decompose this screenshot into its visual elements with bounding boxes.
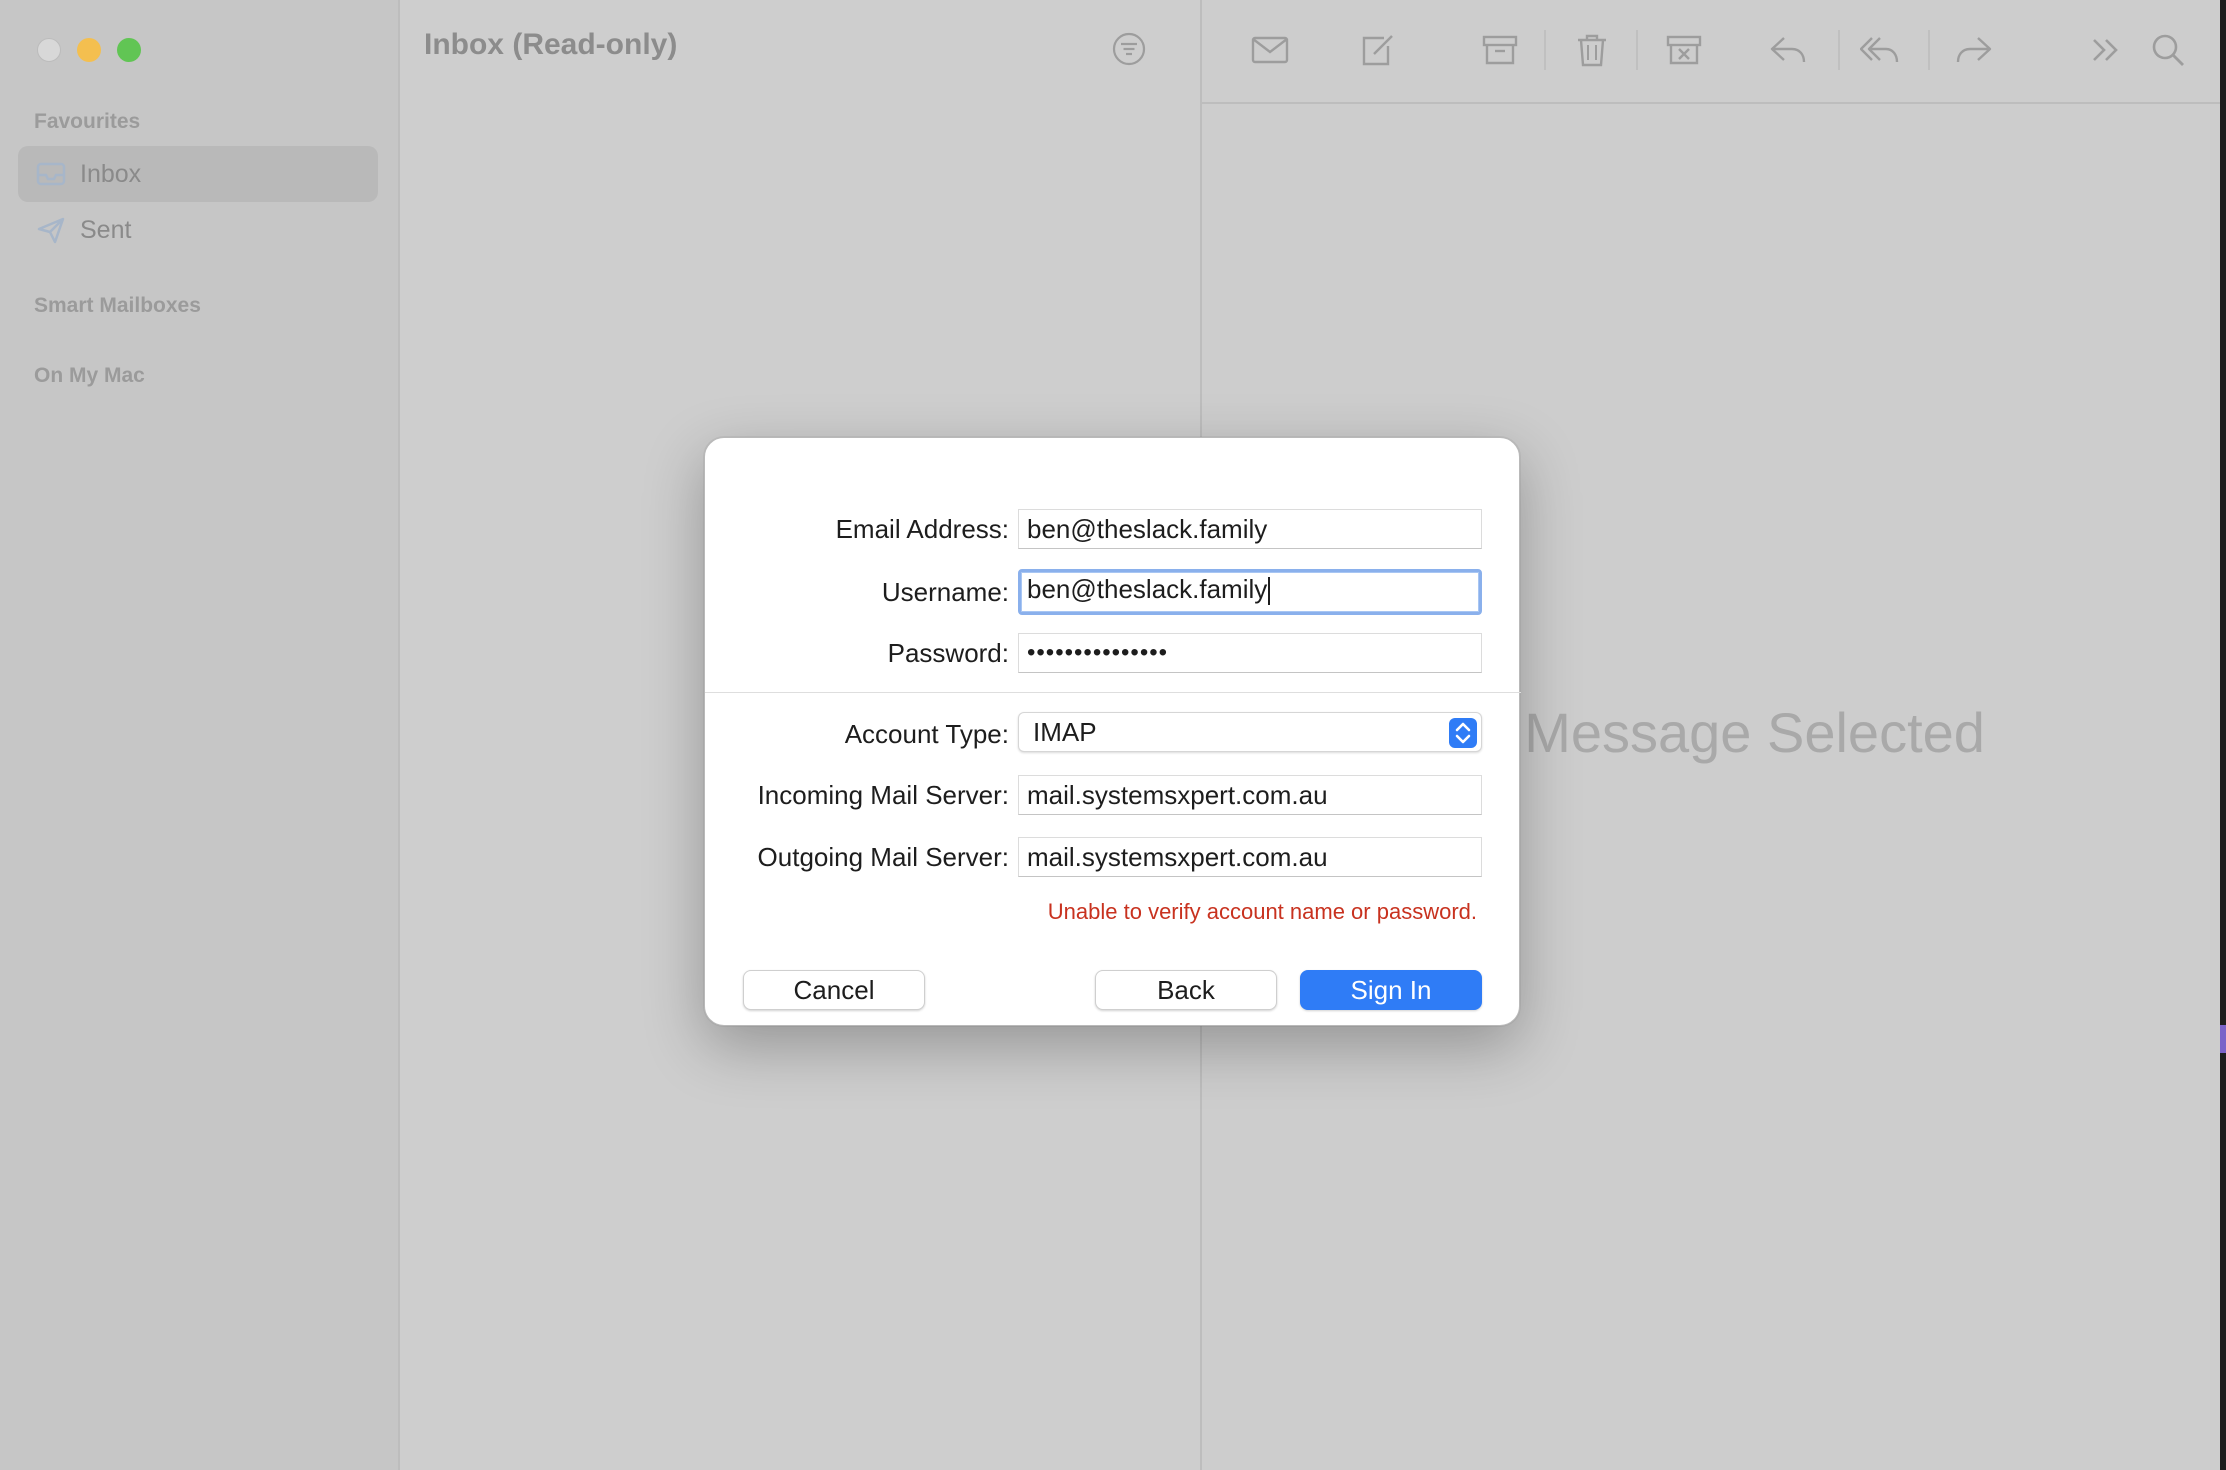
forward-icon[interactable] [1954, 30, 1994, 70]
envelope-icon[interactable] [1250, 30, 1290, 70]
outgoing-server-label: Outgoing Mail Server: [757, 842, 1009, 872]
username-field[interactable]: ben@theslack.family [1018, 569, 1482, 615]
email-label: Email Address: [835, 514, 1009, 544]
junk-icon[interactable] [1664, 30, 1704, 70]
sign-in-button[interactable]: Sign In [1300, 970, 1482, 1010]
minimize-window-button[interactable] [77, 38, 101, 62]
account-type-select[interactable]: IMAP [1018, 712, 1482, 752]
sidebar-item-sent[interactable]: Sent [18, 202, 378, 258]
zoom-window-button[interactable] [117, 38, 141, 62]
paper-plane-icon [36, 216, 66, 244]
filter-icon[interactable] [1112, 32, 1146, 66]
toolbar-separator [1838, 30, 1840, 70]
sidebar: Favourites Inbox Sent Smart Mailboxes On… [0, 0, 400, 1470]
screen-edge [2220, 0, 2226, 1470]
outgoing-server-field[interactable]: mail.systemsxpert.com.au [1018, 837, 1482, 877]
sidebar-item-label: Inbox [80, 160, 142, 188]
text-caret [1268, 577, 1271, 606]
account-setup-dialog: Email Address: ben@theslack.family Usern… [704, 437, 1521, 1026]
on-my-mac-header[interactable]: On My Mac [34, 364, 145, 388]
mailbox-title: Inbox (Read-only) [424, 28, 678, 61]
account-type-label: Account Type: [844, 719, 1009, 749]
more-icon[interactable] [2086, 30, 2126, 70]
cancel-button[interactable]: Cancel [743, 970, 925, 1010]
reply-icon[interactable] [1768, 30, 1808, 70]
username-value: ben@theslack.family [1027, 574, 1268, 604]
compose-icon[interactable] [1358, 30, 1398, 70]
incoming-server-label: Incoming Mail Server: [757, 780, 1009, 810]
reply-all-icon[interactable] [1859, 30, 1900, 70]
chevron-up-down-icon [1449, 718, 1477, 748]
username-label: Username: [881, 577, 1009, 607]
incoming-server-field[interactable]: mail.systemsxpert.com.au [1018, 775, 1482, 815]
screen-edge-accent [2220, 1025, 2226, 1053]
toolbar [1202, 0, 2220, 104]
password-field[interactable]: ••••••••••••••• [1018, 633, 1482, 673]
search-icon[interactable] [2148, 30, 2188, 70]
favourites-header: Favourites [34, 110, 141, 133]
dialog-divider [705, 692, 1521, 693]
trash-icon[interactable] [1572, 30, 1612, 70]
toolbar-separator [1928, 30, 1930, 70]
error-message: Unable to verify account name or passwor… [1047, 899, 1477, 924]
password-label: Password: [887, 638, 1009, 668]
smart-mailboxes-header[interactable]: Smart Mailboxes [34, 294, 201, 318]
account-type-value: IMAP [1033, 717, 1097, 747]
sidebar-item-label: Sent [80, 216, 132, 244]
toolbar-separator [1636, 30, 1638, 70]
archive-icon[interactable] [1480, 30, 1520, 70]
inbox-icon [36, 160, 66, 188]
close-window-button[interactable] [37, 38, 61, 62]
email-field[interactable]: ben@theslack.family [1018, 509, 1482, 549]
toolbar-separator [1544, 30, 1546, 70]
sidebar-item-inbox[interactable]: Inbox [18, 146, 378, 202]
back-button[interactable]: Back [1095, 970, 1277, 1010]
